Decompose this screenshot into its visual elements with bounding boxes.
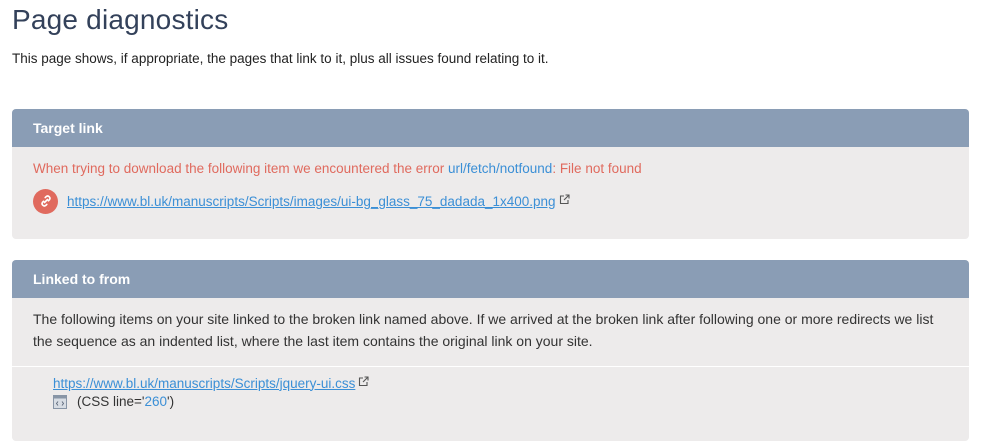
error-prefix: When trying to download the following it… [33, 161, 448, 176]
page-title: Page diagnostics [12, 4, 229, 35]
source-page-url[interactable]: https://www.bl.uk/manuscripts/Scripts/jq… [53, 376, 355, 391]
source-link-row: https://www.bl.uk/manuscripts/Scripts/jq… [53, 374, 369, 392]
css-line-prefix: (CSS line=' [77, 394, 145, 409]
broken-link-icon [33, 188, 58, 214]
page-diagnostics: Page diagnostics This page shows, if app… [0, 0, 994, 441]
css-line-suffix: ') [167, 394, 175, 409]
page-intro: This page shows, if appropriate, the pag… [12, 51, 549, 66]
broken-link-row: https://www.bl.uk/manuscripts/Scripts/im… [33, 188, 570, 214]
error-code-link[interactable]: url/fetch/notfound [448, 161, 552, 176]
external-link-icon[interactable] [358, 374, 369, 392]
linked-from-panel: Linked to from The following items on yo… [12, 260, 969, 441]
target-link-panel: Target link When trying to download the … [12, 109, 969, 239]
external-link-icon[interactable] [559, 192, 570, 210]
error-suffix: : File not found [552, 161, 642, 176]
css-line-number: 260 [144, 394, 168, 409]
linked-from-description: The following items on your site linked … [33, 311, 934, 349]
linked-from-header: Linked to from [12, 260, 969, 298]
broken-link-url[interactable]: https://www.bl.uk/manuscripts/Scripts/im… [67, 194, 556, 209]
error-message: When trying to download the following it… [33, 161, 642, 176]
divider [12, 366, 969, 367]
css-file-icon [53, 394, 67, 409]
target-link-header: Target link [12, 109, 969, 147]
css-line-info: (CSS line=' 260 ') [53, 394, 174, 409]
